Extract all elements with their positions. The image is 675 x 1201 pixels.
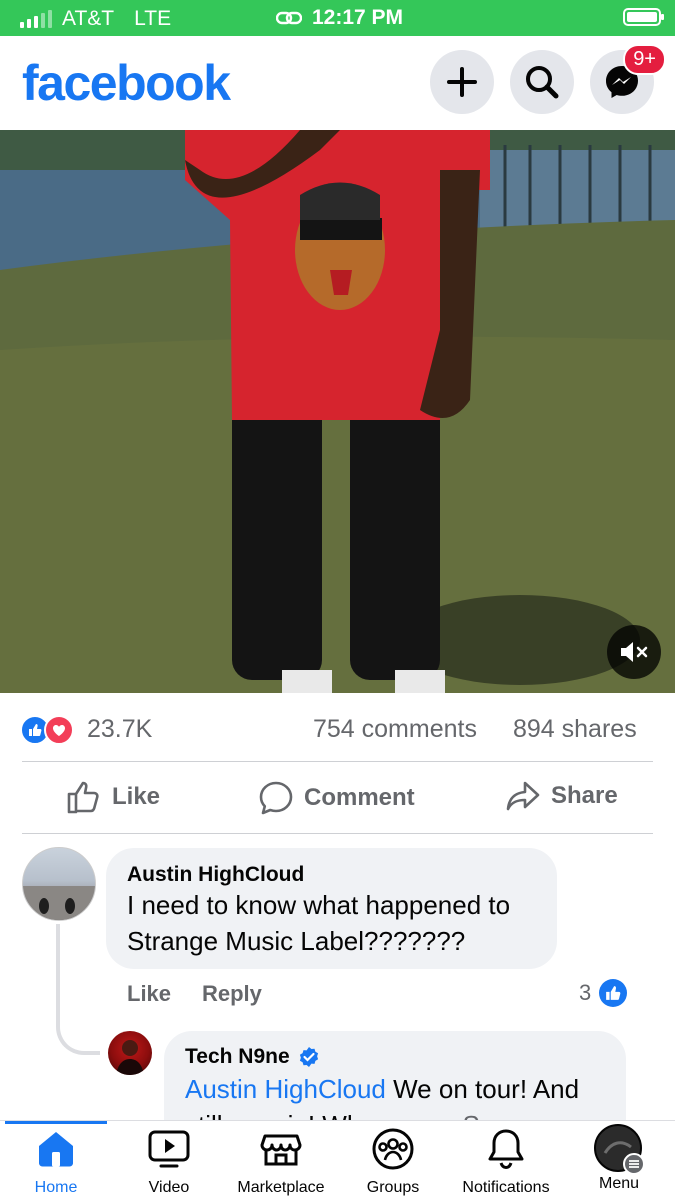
facebook-logo[interactable]: facebook	[22, 54, 231, 112]
video-icon	[148, 1130, 190, 1168]
tab-notifications-label: Notifications	[462, 1179, 550, 1196]
like-label: Like	[112, 783, 161, 810]
status-bar: AT&T LTE 12:17 PM	[0, 0, 675, 36]
menu-icon	[594, 1124, 645, 1175]
like-button[interactable]: Like	[66, 780, 160, 814]
tab-groups-label: Groups	[366, 1179, 420, 1196]
app-header: facebook 9+	[0, 36, 675, 130]
tab-video[interactable]: Video	[124, 1125, 214, 1201]
active-tab-indicator	[5, 1121, 107, 1124]
tab-menu[interactable]: Menu	[576, 1124, 662, 1201]
reaction-icons[interactable]	[20, 715, 74, 745]
post-stats: 23.7K 754 comments 894 shares	[0, 693, 675, 761]
tab-marketplace[interactable]: Marketplace	[226, 1125, 336, 1201]
carrier-info: AT&T LTE	[20, 7, 171, 31]
post-video[interactable]	[0, 130, 675, 693]
bottom-tab-bar: Home Video Marketplace Groups Notificati…	[0, 1120, 675, 1201]
signal-icon	[20, 10, 52, 28]
tab-menu-label: Menu	[598, 1175, 640, 1192]
reply-author-row: Tech N9ne	[185, 1045, 320, 1069]
search-button[interactable]	[510, 50, 574, 114]
avatar[interactable]	[22, 847, 96, 921]
network-type: LTE	[134, 7, 172, 30]
comment-like-button[interactable]: Like	[127, 981, 171, 1007]
comment-text: I need to know what happened to Strange …	[127, 890, 511, 956]
comment-count[interactable]: 754 comments	[313, 715, 477, 744]
comment-button[interactable]: Comment	[258, 780, 415, 816]
tab-home-label: Home	[34, 1179, 78, 1196]
marketplace-icon	[260, 1134, 302, 1166]
comment-author[interactable]: Austin HighCloud	[127, 863, 304, 887]
like-icon	[67, 781, 99, 814]
tab-marketplace-label: Marketplace	[237, 1179, 325, 1196]
mute-button[interactable]	[607, 625, 661, 679]
share-count[interactable]: 894 shares	[513, 715, 637, 744]
video-frame	[0, 130, 675, 693]
verified-icon	[299, 1047, 318, 1067]
reply-author[interactable]: Tech N9ne	[185, 1045, 290, 1069]
battery-icon	[623, 8, 664, 26]
link-icon	[276, 11, 302, 25]
share-label: Share	[551, 782, 618, 809]
stats-divider	[22, 761, 653, 762]
reply-mention[interactable]: Austin HighCloud	[185, 1074, 386, 1104]
notifications-icon	[488, 1129, 524, 1170]
home-icon	[39, 1132, 73, 1167]
create-button[interactable]	[430, 50, 494, 114]
reply-thread-line	[56, 924, 100, 1055]
comment-reply-button[interactable]: Reply	[202, 981, 262, 1007]
comment-label: Comment	[304, 784, 415, 811]
messenger-badge: 9+	[623, 44, 666, 75]
tab-home[interactable]: Home	[10, 1125, 102, 1201]
tab-video-label: Video	[148, 1179, 190, 1196]
love-reaction-icon	[44, 715, 74, 745]
plus-icon	[447, 67, 477, 97]
search-icon	[526, 66, 559, 99]
time: 12:17 PM	[312, 6, 404, 29]
messenger-button[interactable]: 9+	[590, 44, 666, 114]
carrier-name: AT&T	[62, 7, 115, 30]
reply-avatar[interactable]	[108, 1031, 152, 1075]
share-icon	[506, 781, 540, 811]
actions-divider	[22, 833, 653, 834]
groups-icon	[372, 1128, 414, 1170]
tab-groups[interactable]: Groups	[348, 1125, 438, 1201]
like-badge-icon	[599, 979, 628, 1007]
reaction-count[interactable]: 23.7K	[87, 715, 152, 744]
tab-notifications[interactable]: Notifications	[450, 1125, 562, 1201]
share-button[interactable]: Share	[505, 780, 618, 812]
comment-reaction-count[interactable]: 3	[579, 979, 628, 1007]
comment-icon	[259, 781, 293, 815]
mute-icon	[621, 642, 648, 662]
comment-bubble[interactable]: Austin HighCloud I need to know what hap…	[106, 848, 557, 969]
clock: 12:17 PM	[276, 6, 403, 30]
comment-like-count: 3	[579, 980, 592, 1005]
